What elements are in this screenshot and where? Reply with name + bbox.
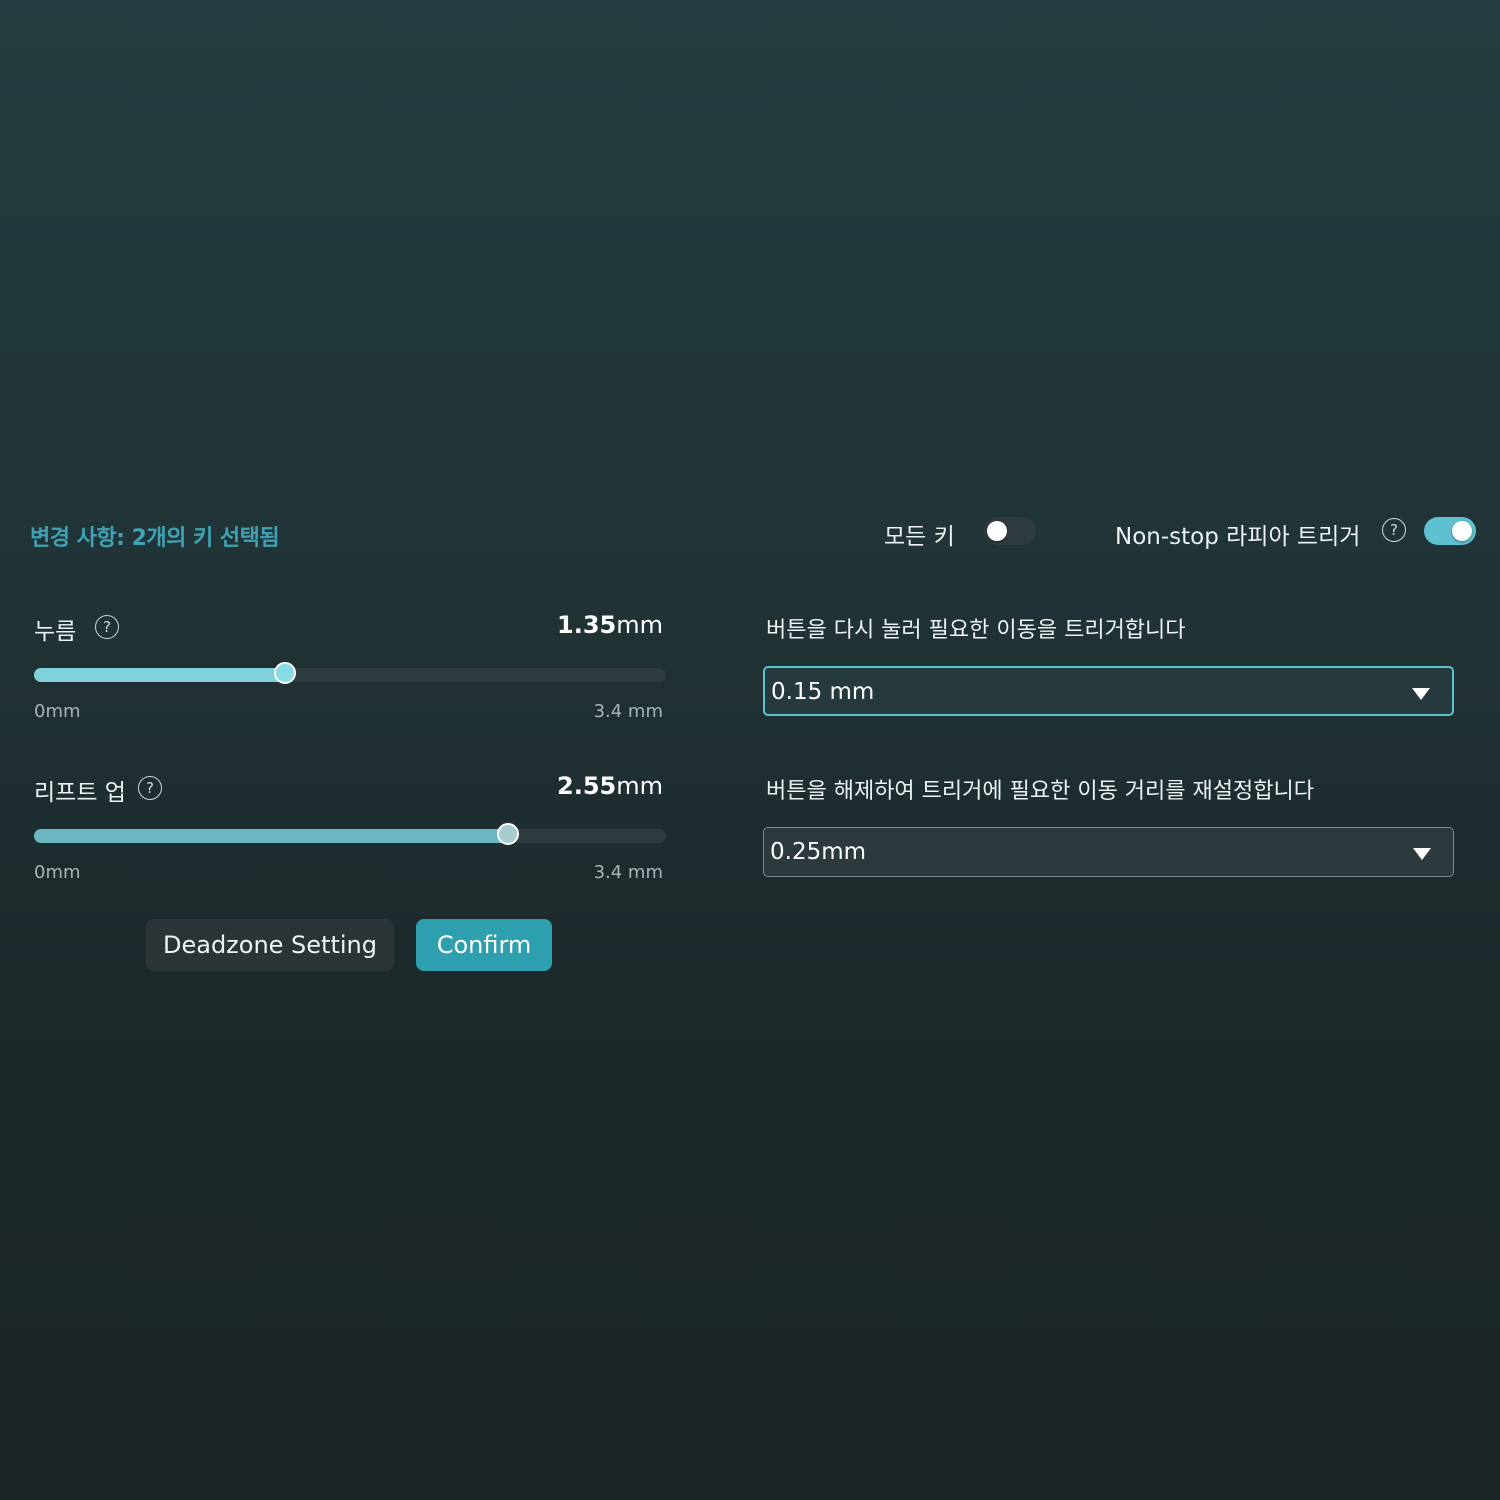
press-help-icon[interactable]: ? — [95, 615, 119, 639]
confirm-button[interactable]: Confirm — [416, 919, 552, 971]
liftup-min-label: 0mm — [34, 862, 81, 883]
retrigger-description: 버튼을 다시 눌러 필요한 이동을 트리거합니다 — [766, 618, 1186, 643]
liftup-value: 2.55mm — [557, 772, 663, 800]
press-max-label: 3.4 mm — [593, 701, 663, 722]
liftup-value-number: 2.55 — [557, 772, 617, 800]
liftup-slider-fill — [34, 829, 508, 843]
deadzone-setting-button[interactable]: Deadzone Setting — [146, 919, 394, 971]
press-value: 1.35mm — [557, 611, 663, 639]
liftup-max-label: 3.4 mm — [593, 862, 663, 883]
nonstop-help-icon[interactable]: ? — [1382, 518, 1406, 542]
retrigger-distance-select[interactable]: 0.15 mm — [763, 666, 1454, 716]
liftup-help-icon[interactable]: ? — [138, 776, 162, 800]
chevron-down-icon — [1412, 688, 1430, 700]
reset-distance-value: 0.25mm — [770, 839, 867, 865]
toggle-knob — [987, 521, 1007, 541]
press-slider-thumb[interactable] — [273, 662, 296, 684]
retrigger-distance-value: 0.15 mm — [771, 679, 875, 705]
liftup-label: 리프트 업 — [34, 780, 126, 806]
press-label: 누름 — [34, 619, 77, 645]
nonstop-trigger-label: Non-stop 라피아 트리거 — [1115, 524, 1361, 550]
chevron-down-icon — [1413, 848, 1431, 860]
press-value-number: 1.35 — [557, 611, 617, 639]
reset-distance-select[interactable]: 0.25mm — [763, 827, 1454, 877]
selection-status: 변경 사항: 2개의 키 선택됨 — [30, 526, 280, 551]
nonstop-trigger-toggle[interactable] — [1424, 517, 1476, 545]
press-value-unit: mm — [616, 611, 663, 639]
press-slider-track[interactable] — [34, 662, 666, 684]
liftup-slider-track[interactable] — [34, 823, 666, 845]
liftup-slider-thumb[interactable] — [497, 823, 519, 845]
press-min-label: 0mm — [34, 701, 81, 722]
liftup-value-unit: mm — [616, 772, 663, 800]
all-keys-toggle[interactable] — [984, 517, 1036, 545]
press-slider-fill — [34, 668, 285, 682]
all-keys-label: 모든 키 — [884, 524, 955, 550]
reset-description: 버튼을 해제하여 트리거에 필요한 이동 거리를 재설정합니다 — [766, 779, 1314, 804]
toggle-knob — [1452, 521, 1472, 541]
